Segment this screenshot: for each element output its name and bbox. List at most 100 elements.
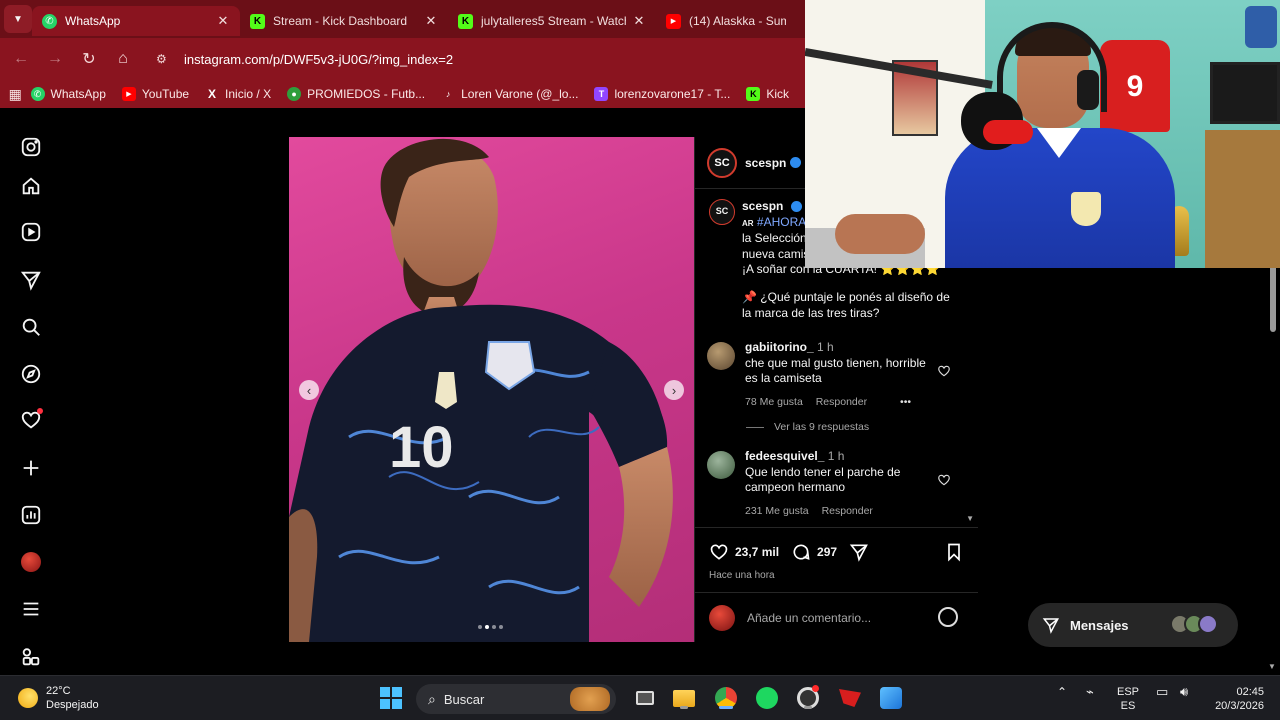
tab-title: WhatsApp xyxy=(65,14,121,28)
network-status-icon[interactable]: ⌁ xyxy=(1086,685,1094,699)
comment-likes[interactable]: 78 Me gusta xyxy=(745,396,803,408)
explore-icon[interactable] xyxy=(18,361,44,387)
clock[interactable]: 02:45 20/3/2026 xyxy=(1210,685,1264,713)
instagram-logo-icon[interactable] xyxy=(18,134,44,160)
scroll-down-arrow-icon[interactable]: ▼ xyxy=(1268,662,1276,671)
tab-title: (14) Alaskka - Suma Est xyxy=(689,14,786,28)
post-image[interactable]: 10 ‹ › xyxy=(289,137,694,642)
save-bookmark-icon[interactable] xyxy=(944,542,964,562)
likes-count[interactable]: 23,7 mil xyxy=(735,545,779,559)
home-icon[interactable] xyxy=(18,173,44,199)
paint-app-icon[interactable] xyxy=(878,685,904,711)
address-bar[interactable]: ⚙ instagram.com/p/DWF5v3-jU0G/?img_index… xyxy=(146,44,805,74)
commenter-avatar[interactable] xyxy=(707,342,735,370)
search-icon[interactable] xyxy=(18,314,44,340)
reload-button[interactable]: ↻ xyxy=(72,42,106,76)
bookmark-promiedos[interactable]: ● PROMIEDOS - Futb... xyxy=(287,87,425,101)
close-icon[interactable]: ✕ xyxy=(424,13,438,29)
task-view-icon[interactable] xyxy=(632,685,658,711)
forward-button[interactable]: → xyxy=(38,42,72,76)
tab-search-button[interactable]: ▼ xyxy=(4,5,32,33)
notifications-heart-icon[interactable] xyxy=(18,407,44,433)
taskbar: 22°C Despejado ⌕ Buscar ⌃ ⌁ ESP ES ▭ 🔊︎ … xyxy=(0,675,1280,720)
start-button[interactable] xyxy=(378,685,404,711)
comments-count[interactable]: 297 xyxy=(817,545,837,559)
streaming-app-icon[interactable] xyxy=(837,685,863,711)
player-photo: 10 xyxy=(289,138,673,642)
reels-icon[interactable] xyxy=(18,219,44,245)
kick-icon: K xyxy=(458,13,473,29)
profile-avatar[interactable] xyxy=(18,549,44,575)
create-icon[interactable] xyxy=(18,455,44,481)
reply-button[interactable]: Responder xyxy=(816,396,867,408)
share-icon[interactable] xyxy=(849,542,869,562)
reply-button[interactable]: Responder xyxy=(822,505,873,517)
bookmark-youtube[interactable]: ▶ YouTube xyxy=(121,87,189,101)
like-icon[interactable] xyxy=(709,542,729,562)
emoji-icon[interactable] xyxy=(938,607,958,627)
dashboard-icon[interactable] xyxy=(18,502,44,528)
comments-scroll-down-icon[interactable]: ▼ xyxy=(966,514,974,523)
volume-icon[interactable]: 🔊︎ xyxy=(1180,685,1188,699)
bookmark-label: WhatsApp xyxy=(50,87,106,101)
bookmark-whatsapp[interactable]: ✆ WhatsApp xyxy=(30,87,106,101)
weather-temp: 22°C xyxy=(46,685,71,697)
like-heart-icon[interactable] xyxy=(937,364,951,378)
like-heart-icon[interactable] xyxy=(937,473,951,487)
comment-username[interactable]: fedeesquivel_ xyxy=(745,449,824,463)
obs-icon[interactable] xyxy=(795,685,821,711)
promiedos-icon: ● xyxy=(287,87,302,101)
weather-widget[interactable]: 22°C Despejado xyxy=(18,684,99,712)
spotify-icon[interactable] xyxy=(754,685,780,711)
language-indicator[interactable]: ESP ES xyxy=(1117,685,1139,713)
site-info-icon[interactable]: ⚙ xyxy=(156,52,176,66)
comment-text: che que mal gusto tienen, horrible es la… xyxy=(745,355,926,386)
chrome-icon[interactable] xyxy=(713,685,739,711)
bookmark-kick[interactable]: K Kick xyxy=(746,87,789,101)
comment-likes[interactable]: 231 Me gusta xyxy=(745,505,809,517)
threads-grid-icon[interactable] xyxy=(18,644,44,670)
post-username[interactable]: scespn xyxy=(745,156,786,170)
view-replies-button[interactable]: Ver las 9 respuestas xyxy=(746,421,869,433)
carousel-dot xyxy=(478,625,482,629)
comment-username[interactable]: gabiitorino_ xyxy=(745,340,814,354)
more-menu-icon[interactable] xyxy=(18,596,44,622)
apps-grid-icon[interactable]: ▦ xyxy=(0,86,31,103)
direct-icon[interactable] xyxy=(18,267,44,293)
close-icon[interactable]: ✕ xyxy=(216,13,230,29)
carousel-dots xyxy=(478,625,503,629)
clock-time: 02:45 xyxy=(1236,686,1264,698)
home-button[interactable]: ⌂ xyxy=(106,42,140,76)
search-icon: ⌕ xyxy=(428,690,436,707)
caption-hashtag[interactable]: #AHORA xyxy=(757,215,806,229)
taskbar-search[interactable]: ⌕ Buscar xyxy=(416,684,616,714)
comment-icon[interactable] xyxy=(791,542,811,562)
bookmark-tiktok[interactable]: ♪ Loren Varone (@_lo... xyxy=(441,87,579,101)
caption-line: nueva camis xyxy=(742,246,810,261)
caption-username[interactable]: scespn xyxy=(742,199,783,213)
page-scrollbar[interactable] xyxy=(1270,262,1276,332)
bookmark-x[interactable]: X Inicio / X xyxy=(205,87,271,101)
tab-whatsapp[interactable]: ✆ WhatsApp ✕ xyxy=(32,6,240,36)
more-options-icon[interactable]: ••• xyxy=(900,396,911,408)
comment-item: fedeesquivel_ 1 h Que lendo tener el par… xyxy=(707,449,969,519)
close-icon[interactable]: ✕ xyxy=(632,13,646,29)
caption-avatar[interactable]: SC xyxy=(709,199,735,225)
show-hidden-icons[interactable]: ⌃ xyxy=(1057,685,1067,699)
comment-time: 1 h xyxy=(817,340,834,354)
display-icon[interactable]: ▭ xyxy=(1156,685,1168,699)
messages-button[interactable]: Mensajes xyxy=(1028,603,1238,647)
comment-input[interactable]: Añade un comentario... xyxy=(747,611,871,625)
previous-image-button[interactable]: ‹ xyxy=(299,380,319,400)
messages-label: Mensajes xyxy=(1070,617,1129,633)
tab-youtube[interactable]: ▶ (14) Alaskka - Suma Est xyxy=(656,6,796,36)
tab-julytalleres[interactable]: K julytalleres5 Stream - Watch ✕ xyxy=(448,6,656,36)
back-button[interactable]: ← xyxy=(4,42,38,76)
tab-kick-dashboard[interactable]: K Stream - Kick Dashboard ✕ xyxy=(240,6,448,36)
commenter-avatar[interactable] xyxy=(707,451,735,479)
bookmark-twitch[interactable]: Tlorenzovarone17 - T... xyxy=(594,87,730,101)
next-image-button[interactable]: › xyxy=(664,380,684,400)
account-avatar[interactable]: SC xyxy=(707,147,737,178)
whatsapp-icon: ✆ xyxy=(30,87,45,101)
file-explorer-icon[interactable] xyxy=(671,685,697,711)
